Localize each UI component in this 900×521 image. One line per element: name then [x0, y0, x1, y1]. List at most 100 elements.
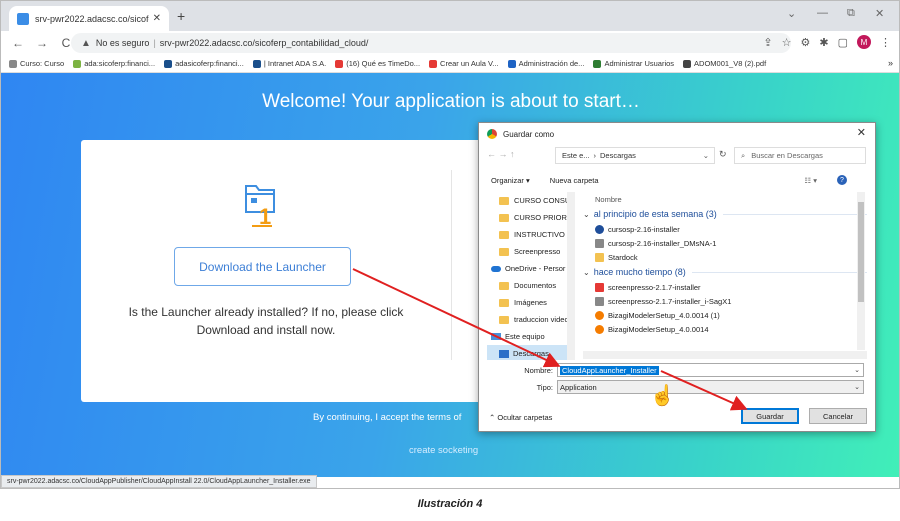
file-item[interactable]: Stardock — [583, 250, 867, 264]
file-list-scrollbar[interactable] — [857, 192, 865, 350]
bookmark-icon — [593, 59, 602, 68]
group-divider — [691, 271, 867, 273]
terms-text: By continuing, I accept the terms of — [313, 412, 462, 423]
organize-button[interactable]: Organizar ▾ — [491, 176, 530, 185]
folder-icon — [595, 252, 604, 262]
new-folder-button[interactable]: Nueva carpeta — [550, 176, 599, 185]
puzzle-icon[interactable]: ✱ — [819, 36, 828, 49]
file-icon — [595, 224, 604, 234]
dialog-nav-arrows[interactable]: ← → ↑ — [487, 149, 515, 159]
bookmark-item[interactable]: | Intranet ADA S.A. — [252, 59, 326, 68]
bookmark-item[interactable]: ada:sicoferp:financi... — [73, 59, 155, 68]
filetype-label: Tipo: — [536, 382, 553, 392]
nav-folder-item[interactable]: Documentos — [487, 277, 574, 294]
folder-icon — [499, 230, 509, 239]
file-item[interactable]: cursosp-2.16-installer — [583, 222, 867, 236]
avatar[interactable]: M — [857, 35, 871, 49]
column-header-name[interactable]: Nombre — [583, 192, 867, 206]
folder-icon — [499, 315, 509, 324]
nav-folder-item[interactable]: Imágenes — [487, 294, 574, 311]
share-icon[interactable]: ⇪ — [763, 36, 772, 49]
help-icon[interactable]: ? — [837, 175, 847, 185]
nav-folder-item[interactable]: Screenpresso — [487, 243, 574, 260]
sidebar-icon[interactable]: ▢ — [838, 36, 848, 49]
dialog-search-input[interactable]: ⌕ Buscar en Descargas — [734, 147, 866, 164]
globe-icon — [683, 59, 692, 68]
horizontal-scrollbar[interactable] — [583, 351, 867, 359]
dialog-close-button[interactable]: ✕ — [857, 126, 866, 139]
nav-pane-scrollbar[interactable] — [567, 192, 575, 360]
download-launcher-button[interactable]: Download the Launcher — [174, 247, 351, 286]
file-item[interactable]: BizagiModelerSetup_4.0.0014 — [583, 322, 867, 336]
screenshot-frame: srv-pwr2022.adacsc.co/sicoferp_ ✕ + ⌄ — … — [0, 0, 900, 489]
welcome-heading: Welcome! Your application is about to st… — [262, 91, 640, 112]
nav-folder-item[interactable]: INSTRUCTIVO SI — [487, 226, 574, 243]
nav-folder-item[interactable]: traduccion videc — [487, 311, 574, 328]
bookmark-icon — [164, 59, 173, 68]
nav-onedrive-item[interactable]: OneDrive - Persor — [487, 260, 574, 277]
tab-title: srv-pwr2022.adacsc.co/sicoferp_ — [35, 13, 149, 24]
download-folder-icon — [499, 349, 509, 358]
nav-this-pc-item[interactable]: Este equipo — [487, 328, 574, 345]
bookmark-item[interactable]: ADOM001_V8 (2).pdf — [683, 59, 766, 68]
view-options-icon[interactable]: ☷ ▾ — [804, 176, 817, 185]
path-segment[interactable]: Descargas — [600, 151, 636, 160]
browser-tab[interactable]: srv-pwr2022.adacsc.co/sicoferp_ ✕ — [9, 6, 169, 31]
hide-folders-toggle[interactable]: ⌃ Ocultar carpetas — [489, 413, 552, 422]
warning-icon[interactable]: ▲ — [81, 38, 91, 49]
bookmark-icon — [9, 59, 17, 68]
forward-button[interactable]: → — [35, 36, 49, 50]
bookmark-item[interactable]: Administración de... — [507, 59, 584, 68]
bookmark-item[interactable]: (16) Qué es TimeDo... — [335, 59, 420, 68]
new-tab-button[interactable]: + — [177, 8, 185, 24]
chevron-down-icon[interactable]: ⌄ — [854, 383, 860, 391]
minimize-button[interactable]: — — [817, 7, 828, 19]
save-as-dialog: Guardar como ✕ ← → ↑ Este e... › Descarg… — [478, 122, 876, 432]
close-window-button[interactable]: ✕ — [875, 7, 884, 20]
bookmark-item[interactable]: Administrar Usuarios — [593, 59, 674, 68]
address-bar[interactable]: ▲ No es seguro | srv-pwr2022.adacsc.co/s… — [71, 33, 791, 53]
bookmark-item[interactable]: adasicoferp:financi... — [164, 59, 244, 68]
path-segment[interactable]: Este e... — [562, 151, 590, 160]
bookmark-icon — [73, 59, 82, 68]
tab-search-icon[interactable]: ⌄ — [787, 7, 796, 20]
bookmark-item[interactable]: Crear un Aula V... — [429, 59, 499, 68]
file-item[interactable]: cursosp-2.16-installer_DMsNA-1 — [583, 236, 867, 250]
save-button[interactable]: Guardar — [741, 408, 799, 424]
dialog-toolbar: Organizar ▾ Nueva carpeta ☷ ▾ ? — [479, 171, 877, 189]
nav-folder-item[interactable]: CURSO CONSUL — [487, 192, 574, 209]
cancel-button[interactable]: Cancelar — [809, 408, 867, 424]
bookmarks-more-icon[interactable]: » — [888, 58, 893, 68]
file-group-header[interactable]: ⌄ hace mucho tiempo (8) — [583, 264, 867, 280]
group-divider — [722, 213, 867, 215]
folder-icon — [499, 196, 509, 205]
filetype-select[interactable]: Application ⌄ — [557, 380, 864, 394]
refresh-icon[interactable]: ↻ — [719, 149, 727, 160]
back-button[interactable]: ← — [11, 36, 25, 50]
bookmark-star-icon[interactable]: ☆ — [782, 36, 792, 49]
dialog-path-bar[interactable]: Este e... › Descargas ⌄ — [555, 147, 715, 164]
filename-value: CloudAppLauncher_Installer — [560, 365, 659, 375]
filename-input[interactable]: CloudAppLauncher_Installer ⌄ — [557, 363, 864, 377]
filename-label: Nombre: — [524, 365, 553, 375]
chevron-down-icon: ⌄ — [583, 267, 590, 277]
site-favicon-icon — [17, 12, 29, 25]
menu-icon[interactable]: ⋮ — [880, 36, 891, 49]
nav-downloads-item[interactable]: Descargas — [487, 345, 574, 360]
path-dropdown-icon[interactable]: ⌄ — [703, 151, 709, 160]
extension-icon[interactable]: ⚙ — [801, 36, 811, 49]
address-separator: | — [153, 38, 156, 48]
dialog-title: Guardar como — [503, 129, 555, 139]
url-text: srv-pwr2022.adacsc.co/sicoferp_contabili… — [159, 38, 369, 48]
close-tab-icon[interactable]: ✕ — [153, 13, 161, 24]
file-group-header[interactable]: ⌄ al principio de esta semana (3) — [583, 206, 867, 222]
maximize-button[interactable]: ⧉ — [847, 7, 855, 20]
folder-icon — [499, 298, 509, 307]
bookmark-item[interactable]: Curso: Curso — [9, 59, 64, 68]
file-item[interactable]: BizagiModelerSetup_4.0.0014 (1) — [583, 308, 867, 322]
file-item[interactable]: screenpresso-2.1.7-installer — [583, 280, 867, 294]
nav-folder-item[interactable]: CURSO PRIORIZ — [487, 209, 574, 226]
scrollbar-thumb[interactable] — [858, 202, 864, 302]
chevron-down-icon[interactable]: ⌄ — [854, 366, 860, 374]
file-item[interactable]: screenpresso-2.1.7-installer_i-SagX1 — [583, 294, 867, 308]
